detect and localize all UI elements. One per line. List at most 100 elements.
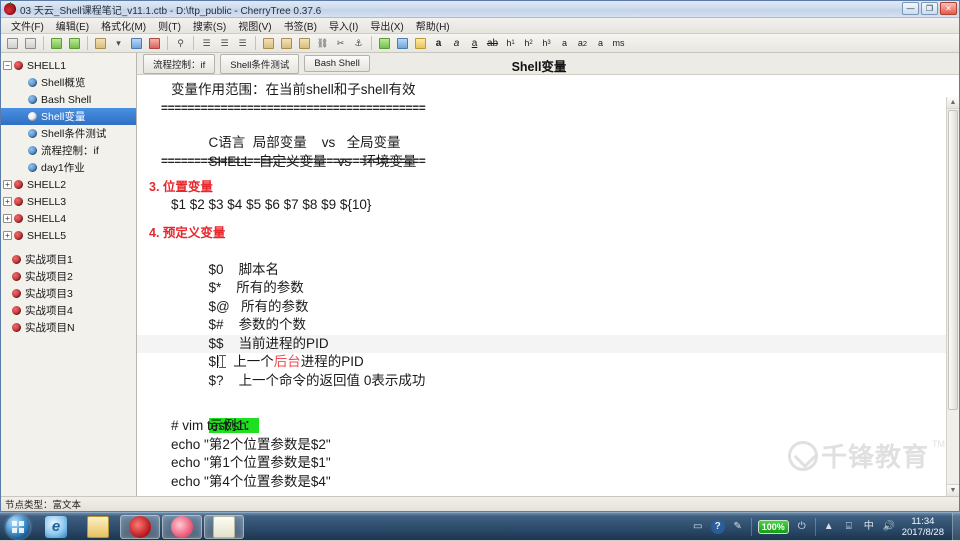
- menu-format[interactable]: 格式化(M): [95, 17, 152, 34]
- tree-node-project-n[interactable]: 实战项目N: [1, 319, 136, 336]
- todo-list-icon[interactable]: ☰: [234, 35, 251, 51]
- battery-status[interactable]: 100%: [758, 520, 789, 534]
- node-bullet-icon: [14, 61, 23, 70]
- go-back-icon[interactable]: [48, 35, 65, 51]
- tree-node-shell4[interactable]: + SHELL4: [1, 210, 136, 227]
- anchor-icon[interactable]: ⚓: [350, 35, 367, 51]
- menu-help[interactable]: 帮助(H): [410, 17, 456, 34]
- pen-icon[interactable]: ✎: [731, 520, 745, 534]
- taskbar-item-paint[interactable]: [204, 515, 244, 539]
- node-bullet-icon: [28, 129, 37, 138]
- insert-table-icon[interactable]: [278, 35, 295, 51]
- compare-global: 全局变量: [347, 135, 401, 150]
- tab-shell-conditions[interactable]: Shell条件测试: [220, 54, 299, 74]
- tree-node-project-1[interactable]: 实战项目1: [1, 251, 136, 268]
- tree-node-project-2[interactable]: 实战项目2: [1, 268, 136, 285]
- node-bullet-icon: [12, 323, 21, 332]
- bulleted-list-icon[interactable]: ☰: [198, 35, 215, 51]
- insert-image-icon[interactable]: [260, 35, 277, 51]
- menu-bookmarks[interactable]: 书签(B): [278, 17, 323, 34]
- vertical-scrollbar[interactable]: ▲ ▼: [946, 97, 959, 496]
- tree-node-day1-homework[interactable]: day1作业: [1, 159, 136, 176]
- underline-icon[interactable]: a: [466, 35, 483, 51]
- highlight-color-icon[interactable]: [412, 35, 429, 51]
- open-tabs-bar: 流程控制：if Shell条件测试 Bash Shell Shell变量: [137, 53, 959, 75]
- menu-search[interactable]: 搜索(S): [187, 17, 232, 34]
- taskbar-item-media[interactable]: [162, 515, 202, 539]
- collapse-icon[interactable]: −: [3, 61, 12, 70]
- heading-3-icon[interactable]: h3: [538, 35, 555, 51]
- menu-export[interactable]: 导出(X): [364, 17, 409, 34]
- tree-node-flow-control-if[interactable]: 流程控制：if: [1, 142, 136, 159]
- save-icon[interactable]: [128, 35, 145, 51]
- taskbar-item-file-explorer[interactable]: [78, 515, 118, 539]
- tree-node-project-3[interactable]: 实战项目3: [1, 285, 136, 302]
- small-text-icon[interactable]: a: [592, 35, 609, 51]
- foreground-color-icon[interactable]: [394, 35, 411, 51]
- tree-node-down-icon[interactable]: [22, 35, 39, 51]
- clock[interactable]: 11:34 2017/8/28: [902, 516, 946, 538]
- minimize-button[interactable]: —: [902, 2, 919, 15]
- taskbar-item-cherrytree[interactable]: [120, 515, 160, 539]
- expand-icon[interactable]: +: [3, 197, 12, 206]
- scroll-down-arrow-icon[interactable]: ▼: [947, 484, 959, 496]
- new-node-icon[interactable]: [92, 35, 109, 51]
- subscript-icon[interactable]: a: [556, 35, 573, 51]
- menu-file[interactable]: 文件(F): [5, 17, 50, 34]
- menu-view[interactable]: 视图(V): [232, 17, 277, 34]
- rich-text-editor[interactable]: 变量作用范围：在当前shell和子shell有效 ===============…: [137, 75, 959, 496]
- chevron-down-icon[interactable]: ▾: [110, 35, 127, 51]
- close-button[interactable]: ✕: [940, 2, 957, 15]
- power-plug-icon[interactable]: ⏻: [795, 520, 809, 534]
- show-hidden-icons-chevron-icon[interactable]: ▲: [822, 520, 836, 534]
- start-button[interactable]: [1, 514, 35, 540]
- maximize-button[interactable]: ❐: [921, 2, 938, 15]
- show-desktop-button[interactable]: [952, 513, 960, 541]
- expand-icon[interactable]: +: [3, 180, 12, 189]
- menu-edit[interactable]: 编辑(E): [50, 17, 95, 34]
- insert-link-icon[interactable]: ⛓: [314, 35, 331, 51]
- predef-desc: 所有的参数: [236, 280, 304, 295]
- tree-node-bash-shell[interactable]: Bash Shell: [1, 91, 136, 108]
- expand-icon[interactable]: +: [3, 231, 12, 240]
- search-icon[interactable]: ⚲: [172, 35, 189, 51]
- scroll-up-arrow-icon[interactable]: ▲: [947, 97, 959, 109]
- monospace-icon[interactable]: ms: [610, 35, 627, 51]
- tree-node-shell-conditions[interactable]: Shell条件测试: [1, 125, 136, 142]
- insert-codebox-icon[interactable]: [296, 35, 313, 51]
- tray-item-icon[interactable]: ▭: [691, 520, 705, 534]
- strikethrough-icon[interactable]: ab: [484, 35, 501, 51]
- tree-node-shell1[interactable]: − SHELL1: [1, 57, 136, 74]
- tab-flow-control-if[interactable]: 流程控制：if: [143, 54, 215, 74]
- node-tree[interactable]: − SHELL1 Shell概览 Bash Shell Shell变量: [1, 53, 137, 496]
- taskbar-item-internet-explorer[interactable]: [36, 515, 76, 539]
- export-pdf-icon[interactable]: [146, 35, 163, 51]
- tree-node-project-4[interactable]: 实战项目4: [1, 302, 136, 319]
- volume-icon[interactable]: 🔊: [882, 520, 896, 534]
- unlink-icon[interactable]: ✂: [332, 35, 349, 51]
- go-forward-icon[interactable]: [66, 35, 83, 51]
- clock-date: 2017/8/28: [902, 527, 944, 538]
- tree-node-up-icon[interactable]: [4, 35, 21, 51]
- tree-node-shell-overview[interactable]: Shell概览: [1, 74, 136, 91]
- node-bullet-icon: [28, 112, 37, 121]
- ime-icon[interactable]: 中: [862, 520, 876, 534]
- scrollbar-thumb[interactable]: [948, 110, 958, 410]
- menu-tools[interactable]: 则(T): [152, 17, 187, 34]
- tree-node-shell2[interactable]: + SHELL2: [1, 176, 136, 193]
- help-icon[interactable]: ?: [711, 520, 725, 534]
- tree-node-shell3[interactable]: + SHELL3: [1, 193, 136, 210]
- tab-bash-shell[interactable]: Bash Shell: [304, 55, 369, 72]
- tree-node-shell-variables[interactable]: Shell变量: [1, 108, 136, 125]
- superscript-icon[interactable]: a2: [574, 35, 591, 51]
- network-icon[interactable]: ⌸: [842, 520, 856, 534]
- italic-icon[interactable]: a: [448, 35, 465, 51]
- menu-import[interactable]: 导入(I): [323, 17, 364, 34]
- bold-icon[interactable]: a: [430, 35, 447, 51]
- numbered-list-icon[interactable]: ☰: [216, 35, 233, 51]
- heading-2-icon[interactable]: h2: [520, 35, 537, 51]
- tree-node-shell5[interactable]: + SHELL5: [1, 227, 136, 244]
- background-color-icon[interactable]: [376, 35, 393, 51]
- heading-1-icon[interactable]: h1: [502, 35, 519, 51]
- expand-icon[interactable]: +: [3, 214, 12, 223]
